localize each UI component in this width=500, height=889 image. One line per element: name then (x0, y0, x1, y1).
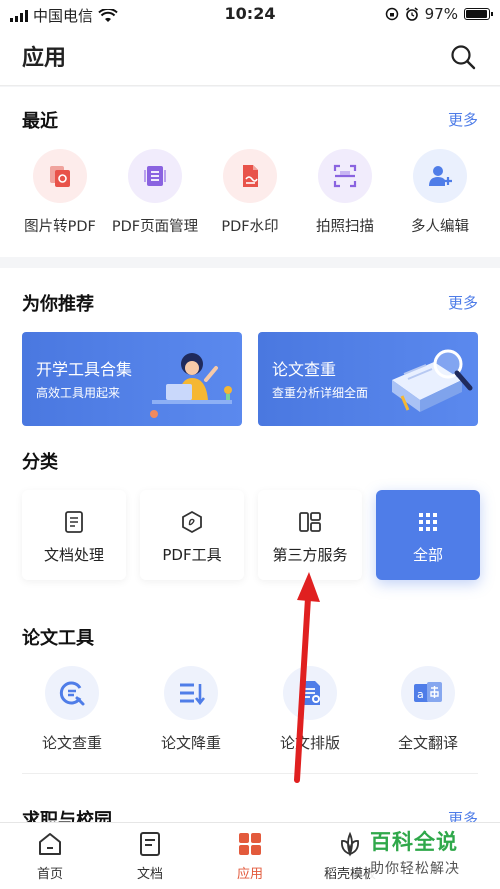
recent-item-label: PDF水印 (221, 219, 279, 235)
watermark-line2: 助你轻松解决 (370, 861, 460, 877)
rewrite-icon (164, 666, 218, 720)
svg-text:a: a (417, 688, 424, 701)
tool-label: 论文查重 (41, 734, 102, 752)
banner-school-tools[interactable]: 开学工具合集 高效工具用起来 (22, 332, 242, 426)
document-icon (65, 511, 83, 533)
battery-icon (464, 8, 493, 20)
watermark-logo: 百科全说 助你轻松解决 (370, 826, 490, 884)
banner-plagiarism-check[interactable]: 论文查重 查重分析详细全面 (258, 332, 478, 426)
plagiarism-check-icon (45, 666, 99, 720)
recent-item-label: 拍照扫描 (316, 219, 374, 235)
grid-icon (419, 513, 437, 531)
category-third-party-services[interactable]: 第三方服务 (258, 490, 362, 580)
category-title: 分类 (22, 452, 58, 473)
tool-label: 全文翻译 (397, 734, 458, 752)
template-leaf-icon (341, 831, 359, 857)
scan-icon (318, 149, 372, 203)
category-all[interactable]: 全部 (376, 490, 480, 580)
recent-item-multi-edit[interactable]: 多人编辑 (392, 149, 488, 236)
typeset-icon (283, 666, 337, 720)
app-header: 应用 (0, 28, 500, 86)
multi-user-edit-icon (413, 149, 467, 203)
tab-home[interactable]: 首页 (10, 831, 90, 882)
tool-rewrite[interactable]: 论文降重 (136, 666, 246, 753)
tab-documents[interactable]: 文档 (110, 831, 190, 882)
image-to-pdf-icon (33, 149, 87, 203)
category-label: 全部 (412, 546, 443, 564)
tool-label: 论文排版 (279, 734, 340, 752)
watermark-icon (223, 149, 277, 203)
recent-more-link[interactable]: 更多 (448, 109, 478, 130)
recent-item-label: 图片转PDF (24, 219, 96, 235)
battery-percent: 97% (424, 5, 458, 23)
tab-apps[interactable]: 应用 (210, 831, 290, 882)
status-bar: 中国电信 10:24 97% (0, 0, 500, 28)
recommend-title: 为你推荐 (22, 294, 94, 315)
third-party-icon (299, 512, 321, 532)
translate-icon: a (401, 666, 455, 720)
alarm-icon (405, 7, 418, 21)
category-label: 文档处理 (43, 546, 104, 564)
recent-item-image-to-pdf[interactable]: 图片转PDF (12, 149, 108, 236)
banner-title: 开学工具合集 (36, 360, 133, 379)
page-manage-icon (128, 149, 182, 203)
tool-label: 论文降重 (160, 734, 221, 752)
document-tab-icon (140, 832, 160, 856)
tab-label: 首页 (36, 867, 63, 882)
category-label: PDF工具 (162, 546, 222, 564)
recent-title: 最近 (22, 111, 58, 132)
apps-icon (239, 833, 261, 855)
tab-label: 文档 (136, 867, 163, 882)
recent-item-label: 多人编辑 (411, 219, 469, 235)
recent-item-label: PDF页面管理 (111, 219, 199, 235)
tool-typeset[interactable]: 论文排版 (255, 666, 365, 753)
orientation-lock-icon (385, 7, 398, 21)
tab-label: 应用 (236, 867, 263, 882)
home-icon (39, 833, 61, 855)
divider (22, 773, 478, 774)
page-title: 应用 (22, 46, 67, 71)
student-illustration-icon (150, 353, 232, 418)
search-icon[interactable] (450, 44, 476, 70)
recommend-more-link[interactable]: 更多 (448, 292, 478, 313)
paper-magnifier-illustration-icon (392, 349, 473, 412)
tool-translate[interactable]: a 全文翻译 (373, 666, 483, 753)
banner-title: 论文查重 (272, 360, 337, 379)
banner-subtitle: 高效工具用起来 (36, 386, 121, 400)
banner-subtitle: 查重分析详细全面 (272, 386, 369, 400)
paper-tools-title: 论文工具 (22, 628, 94, 649)
watermark-line1: 百科全说 (370, 830, 458, 854)
pdf-tool-icon (182, 510, 202, 534)
tool-plagiarism-check[interactable]: 论文查重 (17, 666, 127, 753)
recent-item-scan[interactable]: 拍照扫描 (297, 149, 393, 236)
recent-item-page-manage[interactable]: PDF页面管理 (107, 149, 203, 236)
status-right: 97% (385, 5, 493, 23)
category-label: 第三方服务 (272, 546, 348, 564)
recent-item-watermark[interactable]: PDF水印 (202, 149, 298, 236)
category-document-processing[interactable]: 文档处理 (22, 490, 126, 580)
recent-section: 最近 更多 图片转PDF PDF页面管理 PDF水印 拍照扫描 多人编辑 (0, 87, 500, 257)
category-pdf-tools[interactable]: PDF工具 (140, 490, 244, 580)
